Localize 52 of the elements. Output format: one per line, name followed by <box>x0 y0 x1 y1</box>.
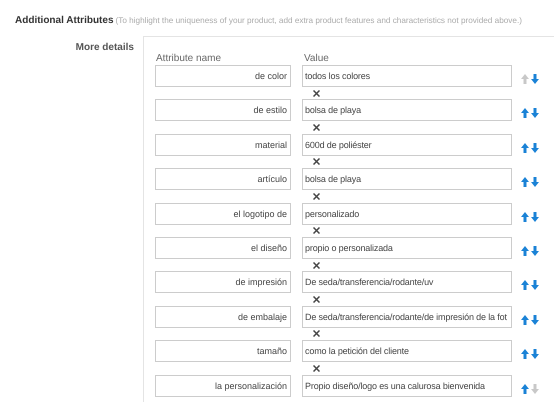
move-up-icon[interactable] <box>521 108 529 118</box>
attribute-name-field[interactable]: de color <box>155 65 291 87</box>
close-icon[interactable] <box>313 158 320 166</box>
attribute-value-field[interactable]: todos los colores <box>302 65 512 87</box>
attribute-value-field[interactable]: propio o personalizada <box>302 236 512 259</box>
move-down-icon[interactable] <box>531 108 539 118</box>
attribute-value-field[interactable]: bolsa de playa <box>302 168 512 190</box>
column-header: Value <box>304 53 329 65</box>
attribute-value-field[interactable]: De seda/transferencia/rodante/uv <box>302 271 512 294</box>
move-down-icon[interactable] <box>531 314 539 325</box>
attribute-name-field[interactable]: la personalización <box>155 374 291 397</box>
move-up-icon[interactable] <box>521 177 529 188</box>
move-up-icon[interactable] <box>521 384 529 394</box>
move-down-icon[interactable] <box>531 142 539 153</box>
attribute-value-field[interactable]: 600d de poliéster <box>302 134 512 156</box>
move-up-icon[interactable] <box>521 142 529 153</box>
section-title: Additional Attributes <box>15 15 114 26</box>
close-icon[interactable] <box>313 330 320 338</box>
attribute-name-field[interactable]: tamaño <box>155 340 291 362</box>
attribute-name-field[interactable]: de estilo <box>155 99 291 122</box>
close-icon[interactable] <box>313 296 320 304</box>
move-down-icon[interactable] <box>531 349 539 360</box>
attribute-name-field[interactable]: el logotipo de <box>155 202 291 225</box>
move-down-icon[interactable] <box>531 212 539 222</box>
move-down-icon[interactable] <box>531 177 539 188</box>
close-icon[interactable] <box>313 192 320 200</box>
move-down-icon[interactable] <box>531 246 539 256</box>
column-header: Attribute name <box>155 53 222 65</box>
attribute-name-field[interactable]: de impresión <box>155 271 291 294</box>
attribute-name-field[interactable]: artículo <box>155 168 291 190</box>
section-hint: (To highlight the uniqueness of your product, add extra product features and characteristics not provided above.) <box>116 16 522 25</box>
attribute-value-field[interactable]: como la petición del cliente <box>302 340 512 362</box>
move-up-icon[interactable] <box>521 349 529 360</box>
attribute-value-field[interactable]: bolsa de playa <box>302 99 512 122</box>
close-icon[interactable] <box>313 262 320 269</box>
move-up-icon[interactable] <box>521 212 529 222</box>
field-label: More details <box>76 42 134 53</box>
close-icon[interactable] <box>313 90 320 97</box>
close-icon[interactable] <box>313 227 320 234</box>
close-icon[interactable] <box>313 364 320 372</box>
move-up-icon[interactable] <box>521 314 529 325</box>
attribute-name-field[interactable]: de embalaje <box>155 306 291 328</box>
attribute-value-field[interactable]: personalizado <box>302 202 512 225</box>
attribute-name-field[interactable]: material <box>155 134 291 156</box>
move-down-icon[interactable] <box>531 74 539 84</box>
attribute-value-field[interactable]: De seda/transferencia/rodante/de impresión de la fot <box>302 306 512 328</box>
attribute-value-field[interactable]: Propio diseño/logo es una calurosa bienvenida <box>302 374 512 397</box>
move-up-icon[interactable] <box>521 280 529 290</box>
move-up-icon[interactable] <box>521 246 529 256</box>
close-icon[interactable] <box>313 124 320 132</box>
attribute-name-field[interactable]: el diseño <box>155 236 291 259</box>
move-down-icon[interactable] <box>531 280 539 290</box>
